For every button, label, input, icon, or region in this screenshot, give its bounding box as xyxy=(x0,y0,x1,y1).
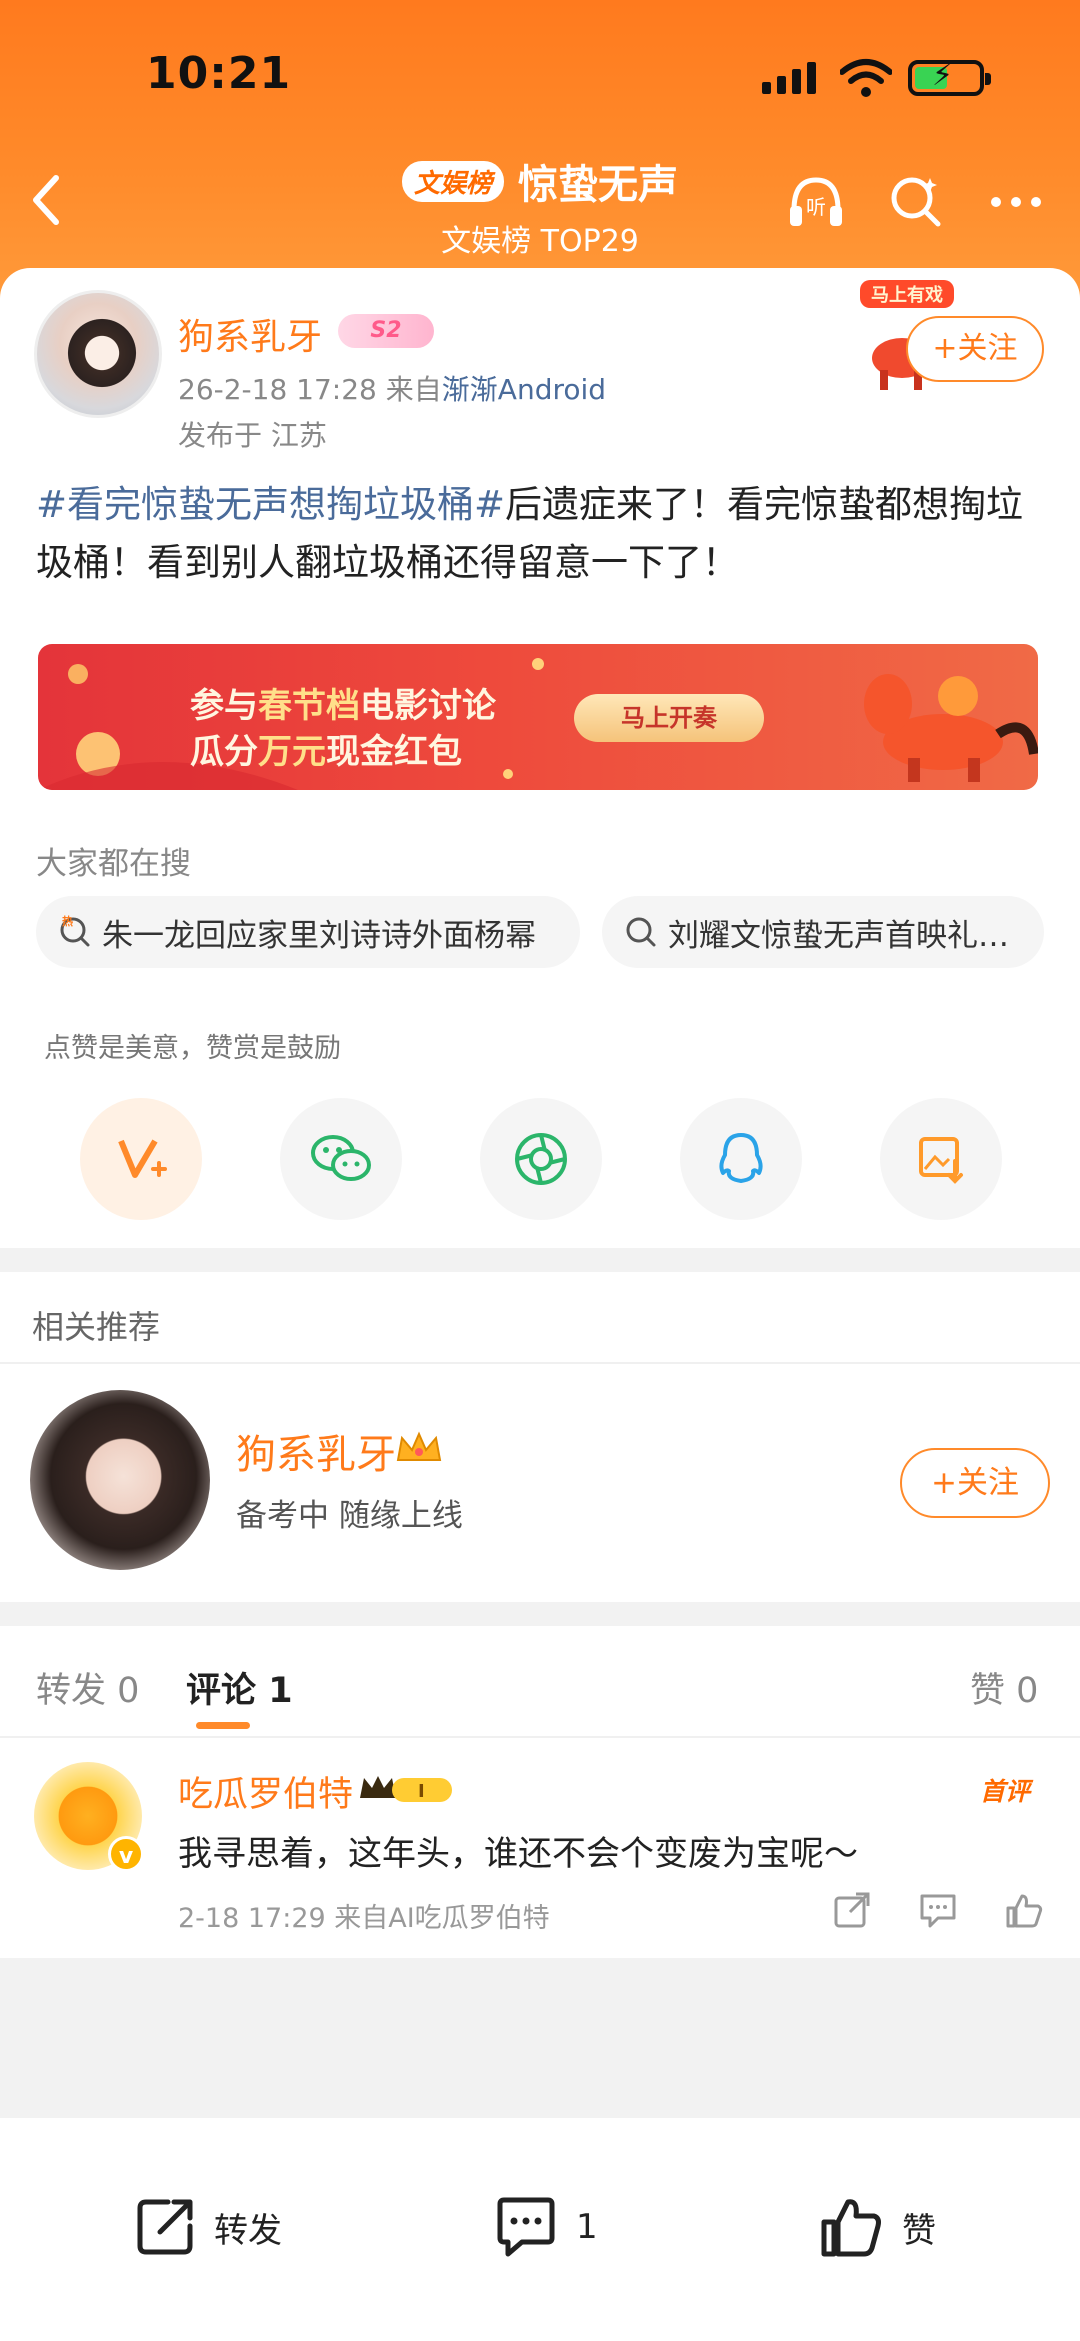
recommended-avatar[interactable] xyxy=(30,1390,210,1570)
moments-icon xyxy=(515,1133,567,1185)
page-title: 惊蛰无声 xyxy=(518,162,678,208)
reward-icon xyxy=(118,1139,167,1178)
hot-search-icon: 热 xyxy=(60,915,90,947)
like-button[interactable]: 赞 xyxy=(820,2196,936,2258)
banner-line-2: 瓜分万元现金红包 xyxy=(190,732,462,772)
share-qq-button[interactable] xyxy=(680,1098,802,1220)
repost-icon xyxy=(137,2199,193,2255)
save-image-button[interactable] xyxy=(880,1098,1002,1220)
comment-text: 我寻思着，这年头，谁还不会个变废为宝呢～ xyxy=(178,1834,858,1874)
comment-icon xyxy=(497,2197,555,2257)
header: 10:21 ⚡ 文娱榜 惊蛰无声 文娱榜 TOP29 听 xyxy=(0,0,1080,300)
wechat-icon xyxy=(311,1135,371,1181)
recommended-follow-button[interactable]: +关注 xyxy=(900,1448,1050,1518)
repost-button[interactable]: 转发 xyxy=(134,2196,282,2258)
share-wechat-button[interactable] xyxy=(280,1098,402,1220)
post-body: #看完惊蛰无声想掏垃圾桶#后遗症来了！看完惊蛰都想掏垃圾桶！看到别人翻垃圾桶还得… xyxy=(36,476,1046,592)
member-badge-icon: I xyxy=(360,1776,452,1802)
comment-user[interactable]: 吃瓜罗伯特 xyxy=(178,1766,353,1817)
comment-avatar[interactable]: v xyxy=(34,1762,144,1872)
svg-text:听: 听 xyxy=(806,195,826,219)
tab-indicator xyxy=(196,1722,250,1729)
post-source[interactable]: 渐渐Android xyxy=(442,373,606,406)
search-icon[interactable] xyxy=(884,170,948,234)
status-bar: 10:21 ⚡ xyxy=(0,48,1080,108)
horse-illustration-icon xyxy=(864,674,1038,782)
comment-like-icon[interactable] xyxy=(1004,1890,1044,1930)
recommended-name[interactable]: 狗系乳牙 xyxy=(236,1422,396,1480)
like-icon xyxy=(821,2199,881,2257)
wifi-icon xyxy=(840,59,892,97)
author-name[interactable]: 狗系乳牙 xyxy=(178,308,322,360)
bottom-action-bar: 转发 1 赞 xyxy=(0,2118,1080,2341)
post-hashtag[interactable]: #看完惊蛰无声想掏垃圾桶# xyxy=(36,483,505,526)
verified-icon: v xyxy=(108,1836,144,1872)
related-title: 相关推荐 xyxy=(32,1308,161,1346)
qq-icon xyxy=(719,1133,763,1183)
listen-icon[interactable]: 听 xyxy=(784,170,848,234)
save-image-icon xyxy=(919,1137,963,1184)
comment-share-icon[interactable] xyxy=(832,1890,872,1930)
reward-tip: 点赞是美意，赞赏是鼓励 xyxy=(44,1033,341,1064)
comment-reply-icon[interactable] xyxy=(918,1890,958,1930)
tab-likes[interactable]: 赞 0 xyxy=(970,1662,1038,1713)
hot-search-label: 大家都在搜 xyxy=(36,846,191,882)
svg-text:热: 热 xyxy=(62,915,73,928)
tab-comments[interactable]: 评论 1 xyxy=(186,1662,293,1713)
level-badge: S2 xyxy=(338,314,434,348)
divider xyxy=(0,1362,1080,1364)
svg-text:马上有戏: 马上有戏 xyxy=(871,284,943,306)
battery-icon: ⚡ xyxy=(908,58,991,96)
promo-banner[interactable]: 参与春节档电影讨论 瓜分万元现金红包 马上开奏 xyxy=(38,644,1038,790)
header-tag: 文娱榜 xyxy=(401,160,504,202)
status-time: 10:21 xyxy=(146,48,292,99)
post-meta: 26-2-18 17:28 来自渐渐Android xyxy=(178,368,606,408)
tab-repost[interactable]: 转发 0 xyxy=(36,1662,139,1713)
banner-line-1: 参与春节档电影讨论 xyxy=(190,686,496,726)
divider xyxy=(0,1736,1080,1738)
source-prefix: 来自 xyxy=(385,373,442,406)
banner-cta-button[interactable]: 马上开奏 xyxy=(574,694,764,742)
first-comment-badge: 首评 xyxy=(980,1777,1031,1806)
signal-icon xyxy=(762,62,816,94)
comment-meta: 2-18 17:29 来自AI吃瓜罗伯特 xyxy=(178,1903,550,1934)
follow-button[interactable]: +关注 xyxy=(906,316,1044,382)
author-avatar[interactable] xyxy=(34,290,162,418)
crown-icon xyxy=(396,1431,442,1461)
more-icon[interactable] xyxy=(984,170,1048,234)
svg-text:I: I xyxy=(418,1781,425,1802)
search-icon xyxy=(626,917,656,947)
recommended-desc: 备考中 随缘上线 xyxy=(236,1498,463,1534)
post-location: 发布于 江苏 xyxy=(178,419,327,452)
related-section: 相关推荐 狗系乳牙 备考中 随缘上线 +关注 xyxy=(0,1272,1080,1602)
comments-section: 转发 0 评论 1 赞 0 v 吃瓜罗伯特 I 首评 我寻思着，这年头，谁还不会… xyxy=(0,1626,1080,1958)
post-timestamp: 26-2-18 17:28 xyxy=(178,373,377,406)
hot-search-chip[interactable]: 刘耀文惊蛰无声首映礼… xyxy=(602,896,1044,968)
share-moments-button[interactable] xyxy=(480,1098,602,1220)
hot-search-chip[interactable]: 热 朱一龙回应家里刘诗诗外面杨幂 xyxy=(36,896,580,968)
comment-button[interactable]: 1 xyxy=(494,2196,598,2258)
reward-button[interactable] xyxy=(80,1098,202,1220)
